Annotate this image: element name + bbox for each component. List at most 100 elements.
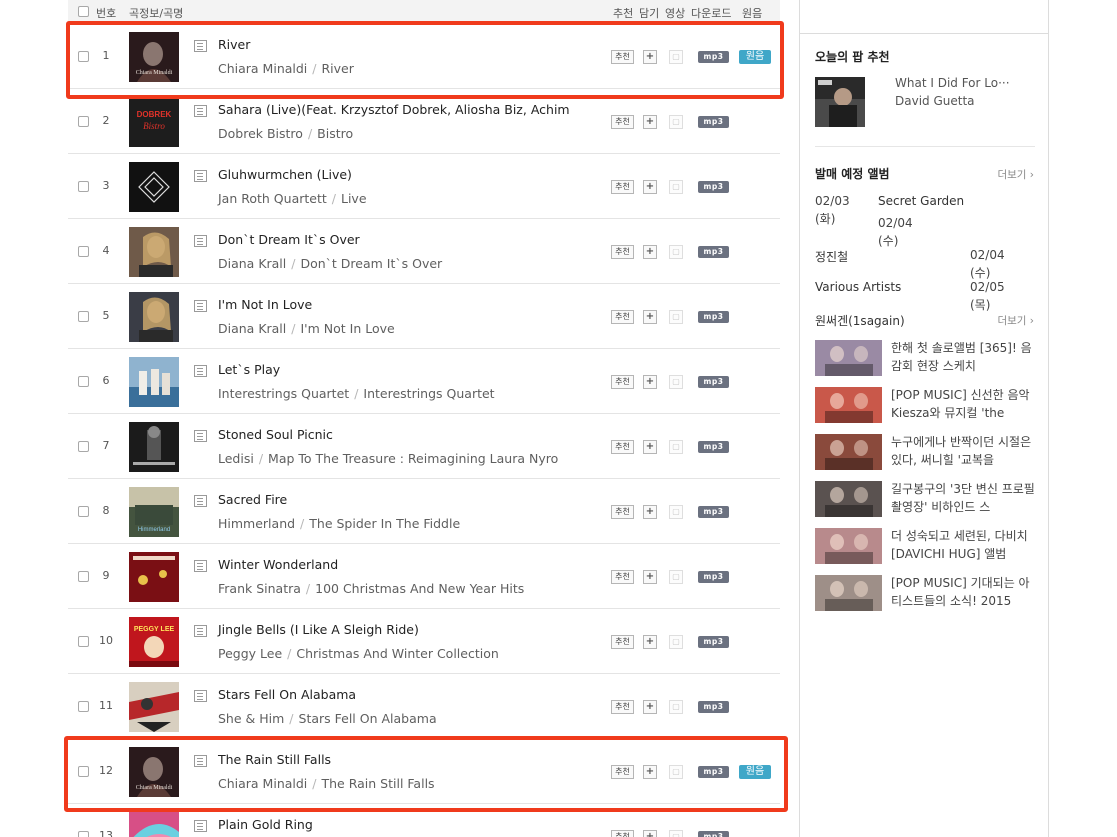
- recommend-button[interactable]: 추천: [611, 830, 634, 837]
- track-checkbox[interactable]: [78, 441, 89, 452]
- add-button[interactable]: +: [643, 115, 657, 129]
- track-artist[interactable]: She & Him: [218, 711, 284, 726]
- track-checkbox[interactable]: [78, 376, 89, 387]
- add-button[interactable]: +: [643, 180, 657, 194]
- track-title[interactable]: Sacred Fire: [218, 492, 287, 507]
- track-album[interactable]: Live: [341, 191, 367, 206]
- lyrics-icon[interactable]: [194, 820, 207, 832]
- video-icon[interactable]: ▢: [669, 570, 683, 584]
- news-item-text[interactable]: [POP MUSIC] 기대되는 아티스트들의 소식! 2015: [891, 574, 1036, 610]
- lyrics-icon[interactable]: [194, 755, 207, 767]
- mp3-download-button[interactable]: mp3: [698, 831, 729, 837]
- news-thumb[interactable]: [815, 387, 882, 423]
- album-thumb[interactable]: [129, 357, 179, 407]
- recommend-button[interactable]: 추천: [611, 505, 634, 519]
- lyrics-icon[interactable]: [194, 40, 207, 52]
- mp3-download-button[interactable]: mp3: [698, 181, 729, 193]
- lyrics-icon[interactable]: [194, 365, 207, 377]
- related-more-link[interactable]: 더보기 ›: [997, 313, 1034, 328]
- track-album[interactable]: The Rain Still Falls: [322, 776, 435, 791]
- mp3-download-button[interactable]: mp3: [698, 571, 729, 583]
- track-artist[interactable]: Chiara Minaldi: [218, 776, 307, 791]
- mp3-download-button[interactable]: mp3: [698, 506, 729, 518]
- video-icon[interactable]: ▢: [669, 115, 683, 129]
- recommend-button[interactable]: 추천: [611, 115, 634, 129]
- mp3-download-button[interactable]: mp3: [698, 116, 729, 128]
- mp3-download-button[interactable]: mp3: [698, 246, 729, 258]
- pop-song-artist[interactable]: David Guetta: [895, 94, 975, 108]
- add-button[interactable]: +: [643, 50, 657, 64]
- news-item-text[interactable]: 누구에게나 반짝이던 시절은 있다, 써니힐 '교복을: [891, 433, 1036, 469]
- recommend-button[interactable]: 추천: [611, 635, 634, 649]
- track-checkbox[interactable]: [78, 51, 89, 62]
- mp3-download-button[interactable]: mp3: [698, 311, 729, 323]
- track-title[interactable]: I'm Not In Love: [218, 297, 312, 312]
- add-button[interactable]: +: [643, 310, 657, 324]
- lyrics-icon[interactable]: [194, 300, 207, 312]
- recommend-button[interactable]: 추천: [611, 700, 634, 714]
- video-icon[interactable]: ▢: [669, 700, 683, 714]
- add-button[interactable]: +: [643, 245, 657, 259]
- news-item-text[interactable]: [POP MUSIC] 신선한 음악 Kiesza와 뮤지컬 'the: [891, 386, 1036, 422]
- track-artist[interactable]: Chiara Minaldi: [218, 61, 307, 76]
- recommend-button[interactable]: 추천: [611, 440, 634, 454]
- track-title[interactable]: Don`t Dream It`s Over: [218, 232, 360, 247]
- track-album[interactable]: I'm Not In Love: [300, 321, 394, 336]
- album-thumb[interactable]: [129, 422, 179, 472]
- album-thumb[interactable]: Chiara Minaldi: [129, 32, 179, 82]
- track-checkbox[interactable]: [78, 246, 89, 257]
- track-checkbox[interactable]: [78, 701, 89, 712]
- video-icon[interactable]: ▢: [669, 635, 683, 649]
- lyrics-icon[interactable]: [194, 495, 207, 507]
- lyrics-icon[interactable]: [194, 105, 207, 117]
- track-artist[interactable]: Dobrek Bistro: [218, 126, 303, 141]
- track-checkbox[interactable]: [78, 831, 89, 837]
- lyrics-icon[interactable]: [194, 430, 207, 442]
- mp3-download-button[interactable]: mp3: [698, 701, 729, 713]
- pop-song-title[interactable]: What I Did For Lo···: [895, 76, 1010, 90]
- video-icon[interactable]: ▢: [669, 765, 683, 779]
- select-all-checkbox[interactable]: [78, 6, 89, 17]
- add-button[interactable]: +: [643, 635, 657, 649]
- track-checkbox[interactable]: [78, 506, 89, 517]
- album-thumb[interactable]: [129, 227, 179, 277]
- album-thumb[interactable]: Chiara Minaldi: [129, 747, 179, 797]
- video-icon[interactable]: ▢: [669, 505, 683, 519]
- lyrics-icon[interactable]: [194, 170, 207, 182]
- track-title[interactable]: Stars Fell On Alabama: [218, 687, 356, 702]
- recommend-button[interactable]: 추천: [611, 50, 634, 64]
- add-button[interactable]: +: [643, 440, 657, 454]
- track-checkbox[interactable]: [78, 181, 89, 192]
- original-sound-button[interactable]: 원음: [739, 765, 771, 779]
- add-button[interactable]: +: [643, 375, 657, 389]
- news-item-text[interactable]: 한해 첫 솔로앨범 [365]! 음감회 현장 스케치: [891, 339, 1036, 375]
- mp3-download-button[interactable]: mp3: [698, 51, 729, 63]
- news-thumb[interactable]: [815, 575, 882, 611]
- news-item-text[interactable]: 길구봉구의 '3단 변신 프로필 촬영장' 비하인드 스: [891, 480, 1036, 516]
- track-album[interactable]: Bistro: [317, 126, 353, 141]
- video-icon[interactable]: ▢: [669, 440, 683, 454]
- video-icon[interactable]: ▢: [669, 245, 683, 259]
- recommend-button[interactable]: 추천: [611, 570, 634, 584]
- release-name[interactable]: Various Artists: [815, 280, 901, 294]
- recommend-button[interactable]: 추천: [611, 245, 634, 259]
- album-thumb[interactable]: [129, 682, 179, 732]
- recommend-button[interactable]: 추천: [611, 310, 634, 324]
- add-button[interactable]: +: [643, 765, 657, 779]
- news-thumb[interactable]: [815, 340, 882, 376]
- mp3-download-button[interactable]: mp3: [698, 376, 729, 388]
- add-button[interactable]: +: [643, 830, 657, 837]
- video-icon[interactable]: ▢: [669, 310, 683, 324]
- album-thumb[interactable]: [129, 292, 179, 342]
- album-thumb[interactable]: [129, 552, 179, 602]
- release-more-link[interactable]: 더보기 ›: [997, 167, 1034, 182]
- add-button[interactable]: +: [643, 505, 657, 519]
- album-thumb[interactable]: DOBREK Bistro: [129, 97, 179, 147]
- lyrics-icon[interactable]: [194, 235, 207, 247]
- lyrics-icon[interactable]: [194, 690, 207, 702]
- video-icon[interactable]: ▢: [669, 830, 683, 837]
- lyrics-icon[interactable]: [194, 560, 207, 572]
- track-title[interactable]: Plain Gold Ring: [218, 817, 313, 832]
- album-thumb[interactable]: PEGGY LEE: [129, 617, 179, 667]
- track-title[interactable]: Gluhwurmchen (Live): [218, 167, 352, 182]
